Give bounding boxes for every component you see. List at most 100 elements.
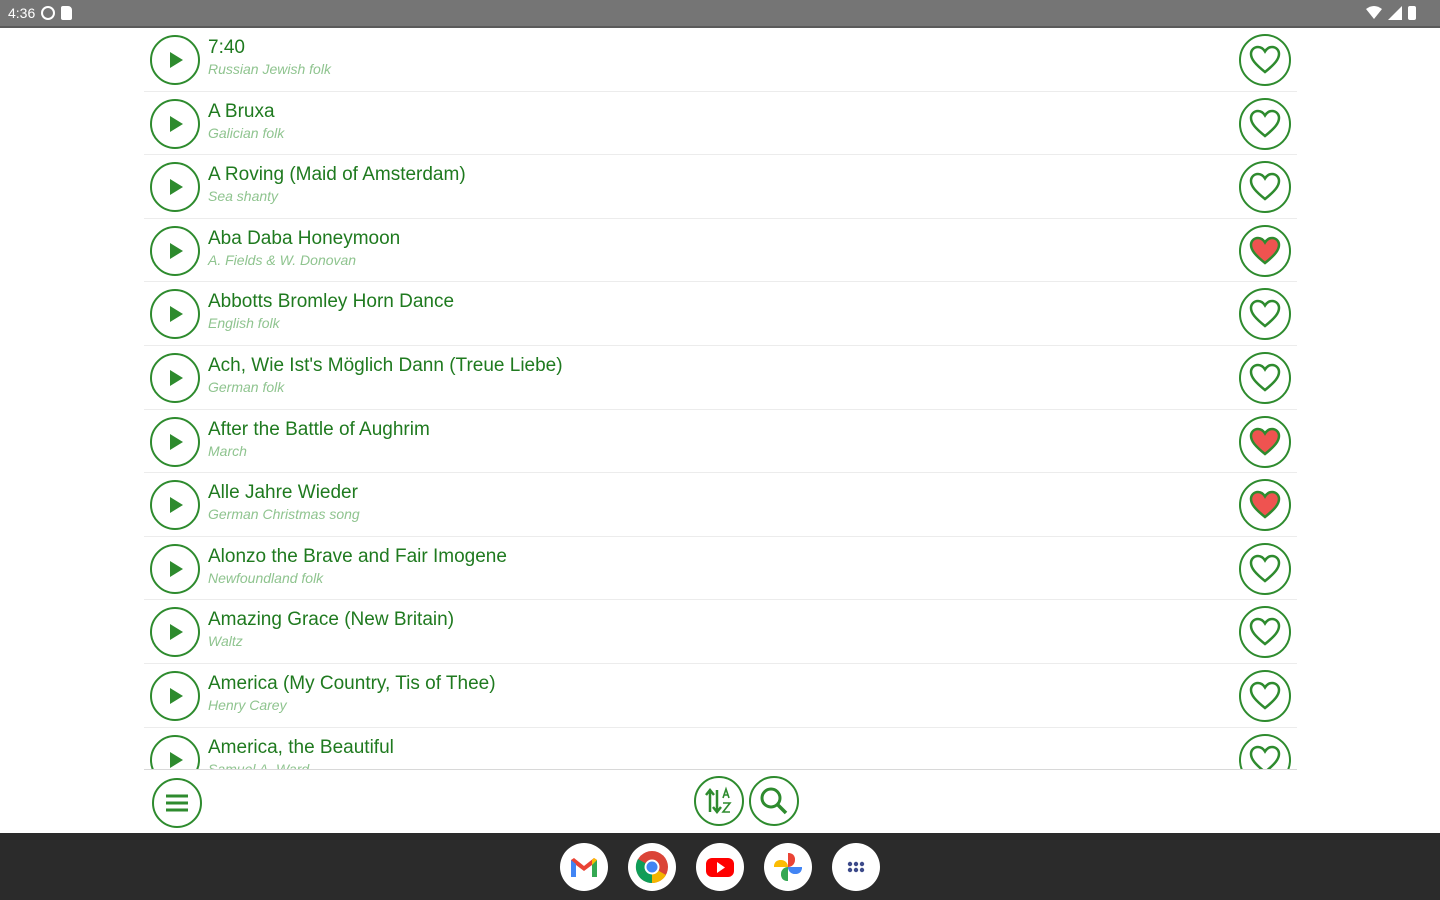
play-icon: [170, 179, 183, 196]
play-icon: [170, 497, 183, 514]
dock-photos[interactable]: [764, 842, 812, 891]
play-button[interactable]: [150, 734, 200, 769]
play-icon: [170, 115, 183, 132]
play-button[interactable]: [150, 480, 200, 531]
play-button[interactable]: [150, 289, 200, 340]
song-text: After the Battle of Aughrim March: [208, 418, 430, 460]
song-row[interactable]: Abbotts Bromley Horn Dance English folk: [144, 282, 1297, 346]
song-text: A Roving (Maid of Amsterdam) Sea shanty: [208, 163, 466, 205]
heart-outline-icon: [1249, 45, 1281, 74]
gmail-icon: [571, 857, 597, 877]
favorite-button[interactable]: [1239, 606, 1291, 659]
play-button[interactable]: [150, 416, 200, 467]
battery-icon: [1408, 6, 1416, 20]
song-text: Aba Daba Honeymoon A. Fields & W. Donovan: [208, 227, 400, 269]
dock-youtube[interactable]: [696, 842, 744, 891]
chrome-icon: [635, 850, 668, 883]
heart-outline-icon: [1249, 745, 1281, 769]
song-subtitle: A. Fields & W. Donovan: [208, 251, 357, 268]
song-row[interactable]: 7:40 Russian Jewish folk: [144, 28, 1297, 92]
menu-button[interactable]: [152, 778, 202, 828]
heart-outline-icon: [1249, 554, 1281, 583]
favorite-button[interactable]: [1239, 669, 1291, 722]
bottom-toolbar: [0, 770, 1440, 833]
song-row[interactable]: Amazing Grace (New Britain) Waltz: [144, 600, 1297, 664]
play-button[interactable]: [150, 543, 200, 594]
song-subtitle: Newfoundland folk: [208, 569, 324, 586]
song-title: After the Battle of Aughrim: [208, 418, 430, 440]
favorite-button[interactable]: [1239, 161, 1291, 214]
favorite-button[interactable]: [1239, 415, 1291, 468]
heart-outline-icon: [1249, 172, 1281, 201]
song-text: Alonzo the Brave and Fair Imogene Newfoun…: [208, 545, 507, 587]
song-row[interactable]: After the Battle of Aughrim March: [144, 410, 1297, 474]
song-text: Amazing Grace (New Britain) Waltz: [208, 608, 454, 650]
play-icon: [170, 369, 183, 386]
wifi-icon: [1366, 6, 1382, 19]
play-icon: [170, 52, 183, 68]
favorite-button[interactable]: [1239, 733, 1291, 769]
song-list[interactable]: 7:40 Russian Jewish folk A Bruxa Galician f…: [144, 28, 1297, 770]
song-row[interactable]: Aba Daba Honeymoon A. Fields & W. Donovan: [144, 219, 1297, 283]
song-text: Abbotts Bromley Horn Dance English folk: [208, 290, 454, 332]
sync-icon: [41, 6, 56, 20]
hamburger-menu-icon: [166, 794, 188, 812]
heart-filled-icon: [1249, 490, 1281, 519]
favorite-button[interactable]: [1239, 97, 1291, 150]
song-title: A Roving (Maid of Amsterdam): [208, 164, 466, 186]
dock-gmail[interactable]: [560, 842, 608, 891]
song-subtitle: Henry Carey: [208, 696, 287, 713]
favorite-button[interactable]: [1239, 351, 1291, 404]
sort-az-icon: [705, 786, 732, 815]
song-subtitle: Russian Jewish folk: [208, 61, 331, 77]
play-button[interactable]: [150, 162, 200, 213]
song-title: Amazing Grace (New Britain): [208, 609, 455, 631]
song-title: Alonzo the Brave and Fair Imogene: [208, 545, 507, 567]
status-left: 4:36: [8, 5, 73, 21]
play-icon: [170, 433, 183, 450]
play-button[interactable]: [150, 607, 200, 658]
dock-chrome[interactable]: [628, 842, 676, 891]
play-button[interactable]: [150, 98, 200, 149]
favorite-button[interactable]: [1239, 542, 1291, 595]
play-button[interactable]: [150, 225, 200, 276]
play-button[interactable]: [150, 352, 200, 403]
song-row[interactable]: A Roving (Maid of Amsterdam) Sea shanty: [144, 155, 1297, 219]
favorite-button[interactable]: [1239, 479, 1291, 532]
app-drawer-icon: [847, 861, 865, 872]
play-icon: [170, 242, 183, 259]
dock-app-drawer[interactable]: [832, 842, 880, 891]
song-row[interactable]: America, the Beautiful Samuel A. Ward: [144, 728, 1297, 769]
heart-filled-icon: [1249, 236, 1281, 265]
play-icon: [170, 560, 183, 577]
song-text: A Bruxa Galician folk: [208, 100, 284, 142]
song-title: Ach, Wie Ist's Möglich Dann (Treue Liebe…: [208, 354, 563, 376]
favorite-button[interactable]: [1239, 34, 1291, 86]
heart-outline-icon: [1249, 681, 1281, 710]
song-row[interactable]: Ach, Wie Ist's Möglich Dann (Treue Liebe…: [144, 346, 1297, 410]
heart-outline-icon: [1249, 363, 1281, 392]
song-row[interactable]: America (My Country, Tis of Thee) Henry C…: [144, 664, 1297, 728]
status-time: 4:36: [8, 5, 36, 21]
sort-button[interactable]: [694, 776, 744, 826]
song-subtitle: March: [208, 442, 247, 459]
favorite-button[interactable]: [1239, 288, 1291, 341]
song-row[interactable]: Alle Jahre Wieder German Christmas song: [144, 473, 1297, 537]
song-subtitle: Sea shanty: [208, 188, 279, 205]
song-subtitle: English folk: [208, 315, 280, 332]
song-row[interactable]: Alonzo the Brave and Fair Imogene Newfoun…: [144, 537, 1297, 601]
song-text: America (My Country, Tis of Thee) Henry C…: [208, 672, 496, 714]
favorite-button[interactable]: [1239, 224, 1291, 277]
song-text: Alle Jahre Wieder German Christmas song: [208, 481, 360, 523]
song-title: Abbotts Bromley Horn Dance: [208, 291, 455, 313]
play-button[interactable]: [150, 670, 200, 721]
search-button[interactable]: [749, 776, 799, 826]
play-button[interactable]: [150, 35, 200, 85]
status-bar: 4:36: [0, 0, 1440, 28]
song-title: Alle Jahre Wieder: [208, 482, 358, 504]
heart-outline-icon: [1249, 109, 1281, 138]
play-icon: [170, 624, 183, 641]
song-text: Ach, Wie Ist's Möglich Dann (Treue Liebe…: [208, 354, 563, 396]
youtube-icon: [706, 857, 734, 877]
song-row[interactable]: A Bruxa Galician folk: [144, 92, 1297, 156]
